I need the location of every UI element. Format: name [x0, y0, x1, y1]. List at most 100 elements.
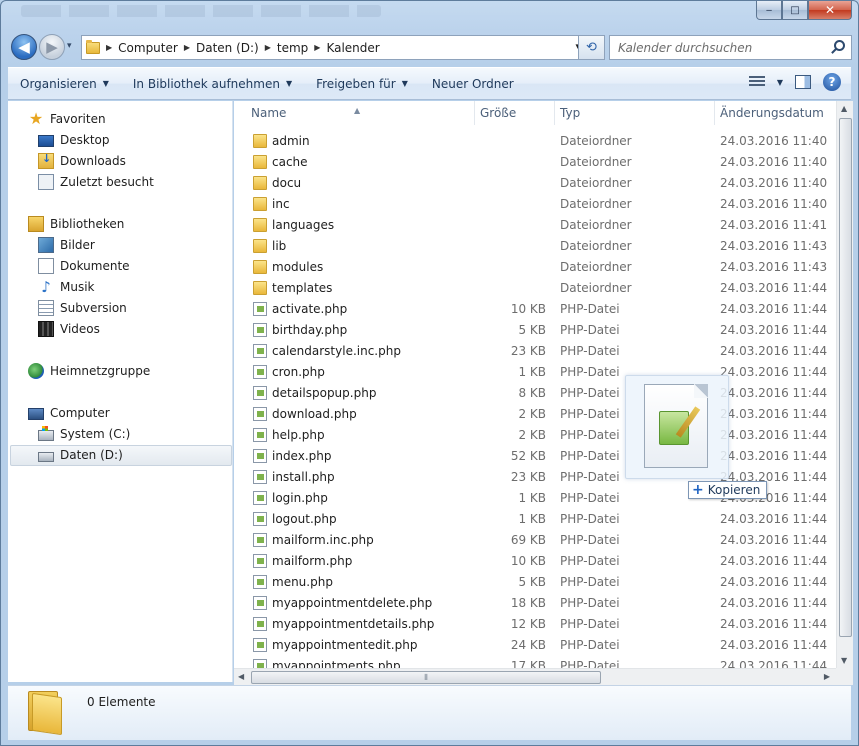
file-name: myappointmentdetails.php [272, 617, 435, 631]
table-row[interactable]: myappointmentdelete.php 18 KB PHP-Datei 24.… [234, 593, 836, 614]
drag-copy-tooltip: + Kopieren [688, 481, 768, 499]
sidebar-item-data-d[interactable]: Daten (D:) [38, 445, 123, 465]
file-type: PHP-Datei [560, 491, 620, 505]
sidebar-libraries[interactable]: Bibliotheken [28, 214, 124, 234]
scroll-up-icon[interactable]: ▲ [841, 104, 847, 113]
address-bar[interactable]: ▶ Computer ▶ Daten (D:) ▶ temp ▶ Kalende… [81, 35, 587, 60]
file-type: Dateiordner [560, 155, 632, 169]
sidebar-label: Bibliotheken [50, 217, 125, 231]
php-file-icon [253, 659, 267, 668]
search-box[interactable] [609, 35, 852, 60]
sidebar-item-videos[interactable]: Videos [38, 319, 100, 339]
column-divider[interactable] [474, 101, 475, 125]
vertical-scrollbar[interactable]: ▲ ▼ [836, 101, 853, 668]
table-row[interactable]: myappointmentedit.php 24 KB PHP-Datei 24.03… [234, 635, 836, 656]
table-row[interactable]: download.php 2 KB PHP-Datei 24.03.2016 11:4… [234, 404, 836, 425]
table-row[interactable]: menu.php 5 KB PHP-Datei 24.03.2016 11:44 [234, 572, 836, 593]
back-button[interactable]: ◀ [11, 34, 37, 60]
explorer-window: ‒ □ ✕ ◀ ▶ ▾ ▶ Computer ▶ Daten (D:) ▶ te… [0, 0, 859, 746]
file-date: 24.03.2016 11:44 [720, 512, 828, 526]
column-divider[interactable] [714, 101, 715, 125]
refresh-button[interactable]: ⟲ [578, 35, 605, 60]
sidebar-favorites[interactable]: ★ Favoriten [28, 109, 106, 129]
scroll-right-icon[interactable]: ▶ [824, 672, 830, 681]
sidebar-item-downloads[interactable]: Downloads [38, 151, 126, 171]
table-row[interactable]: activate.php 10 KB PHP-Datei 24.03.2016 11:… [234, 299, 836, 320]
drive-icon [38, 452, 54, 462]
table-row[interactable]: logout.php 1 KB PHP-Datei 24.03.2016 11:44 [234, 509, 836, 530]
chevron-right-icon[interactable]: ▶ [106, 43, 112, 52]
change-view-icon[interactable] [748, 76, 765, 88]
table-row[interactable]: admin Dateiordner 24.03.2016 11:40 [234, 131, 836, 152]
table-row[interactable]: templates Dateiordner 24.03.2016 11:44 [234, 278, 836, 299]
table-row[interactable]: lib Dateiordner 24.03.2016 11:43 [234, 236, 836, 257]
table-row[interactable]: myappointmentdetails.php 12 KB PHP-Datei 24… [234, 614, 836, 635]
breadcrumb-kalender[interactable]: Kalender [326, 41, 379, 55]
column-header-date[interactable]: Änderungsdatum [720, 106, 824, 120]
forward-button[interactable]: ▶ [39, 34, 65, 60]
sidebar-label: Computer [50, 406, 110, 420]
horizontal-scroll-thumb[interactable]: ⦀ [251, 671, 601, 684]
scroll-down-icon[interactable]: ▼ [841, 656, 847, 665]
table-row[interactable]: calendarstyle.inc.php 23 KB PHP-Datei 24.03… [234, 341, 836, 362]
sidebar-item-pictures[interactable]: Bilder [38, 235, 95, 255]
table-row[interactable]: languages Dateiordner 24.03.2016 11:41 [234, 215, 836, 236]
sidebar-item-subversion[interactable]: Subversion [38, 298, 127, 318]
chevron-right-icon[interactable]: ▶ [184, 43, 190, 52]
sidebar-item-desktop[interactable]: Desktop [38, 130, 110, 150]
php-file-icon [253, 617, 267, 631]
table-row[interactable]: cache Dateiordner 24.03.2016 11:40 [234, 152, 836, 173]
new-folder-button[interactable]: Neuer Ordner [420, 68, 526, 99]
include-in-library-menu[interactable]: In Bibliothek aufnehmen ▼ [121, 68, 304, 99]
column-header-name[interactable]: Name [251, 106, 286, 120]
chevron-right-icon[interactable]: ▶ [265, 43, 271, 52]
sidebar-item-documents[interactable]: Dokumente [38, 256, 130, 276]
table-row[interactable]: modules Dateiordner 24.03.2016 11:43 [234, 257, 836, 278]
sidebar-homegroup[interactable]: Heimnetzgruppe [28, 361, 150, 381]
maximize-button[interactable]: □ [782, 1, 808, 20]
table-row[interactable]: mailform.php 10 KB PHP-Datei 24.03.2016 11:… [234, 551, 836, 572]
vertical-scroll-thumb[interactable] [839, 118, 852, 637]
chevron-down-icon: ▼ [102, 79, 109, 88]
file-name: languages [272, 218, 335, 232]
search-icon[interactable] [834, 40, 845, 51]
column-divider[interactable] [554, 101, 555, 125]
recent-pages-dropdown[interactable]: ▾ [67, 41, 72, 51]
table-row[interactable]: detailspopup.php 8 KB PHP-Datei 24.03.2016 … [234, 383, 836, 404]
table-row[interactable]: mailform.inc.php 69 KB PHP-Datei 24.03.2016… [234, 530, 836, 551]
file-type: PHP-Datei [560, 428, 620, 442]
share-with-menu[interactable]: Freigeben für ▼ [304, 68, 420, 99]
file-date: 24.03.2016 11:44 [720, 638, 828, 652]
help-icon[interactable]: ? [823, 73, 841, 91]
organize-menu[interactable]: Organisieren ▼ [8, 68, 121, 99]
sidebar-item-recent[interactable]: Zuletzt besucht [38, 172, 154, 192]
breadcrumb-temp[interactable]: temp [277, 41, 308, 55]
table-row[interactable]: index.php 52 KB PHP-Datei 24.03.2016 11:44 [234, 446, 836, 467]
close-button[interactable]: ✕ [808, 1, 852, 20]
scroll-left-icon[interactable]: ◀ [238, 672, 244, 681]
table-row[interactable]: birthday.php 5 KB PHP-Datei 24.03.2016 11:4… [234, 320, 836, 341]
table-row[interactable]: cron.php 1 KB PHP-Datei 24.03.2016 11:44 [234, 362, 836, 383]
chevron-right-icon[interactable]: ▶ [314, 43, 320, 52]
horizontal-scrollbar[interactable]: ◀ ⦀ ▶ [234, 668, 836, 685]
sidebar-item-system-c[interactable]: System (C:) [38, 424, 130, 444]
column-header-size[interactable]: Größe [480, 106, 516, 120]
file-size: 5 KB [518, 575, 546, 589]
column-header-type[interactable]: Typ [560, 106, 580, 120]
breadcrumb-drive-d[interactable]: Daten (D:) [196, 41, 259, 55]
table-row[interactable]: help.php 2 KB PHP-Datei 24.03.2016 11:44 [234, 425, 836, 446]
table-row[interactable]: myappointments.php 17 KB PHP-Datei 24.03.20… [234, 656, 836, 668]
file-type: PHP-Datei [560, 512, 620, 526]
breadcrumb-computer[interactable]: Computer [118, 41, 178, 55]
file-date: 24.03.2016 11:41 [720, 218, 828, 232]
preview-pane-icon[interactable] [795, 75, 811, 89]
search-input[interactable] [610, 36, 820, 59]
minimize-button[interactable]: ‒ [756, 1, 782, 20]
sidebar-item-music[interactable]: ♪ Musik [38, 277, 94, 297]
sidebar-computer[interactable]: Computer [28, 403, 110, 423]
chevron-down-icon[interactable]: ▼ [777, 78, 783, 87]
table-row[interactable]: inc Dateiordner 24.03.2016 11:40 [234, 194, 836, 215]
table-row[interactable]: docu Dateiordner 24.03.2016 11:40 [234, 173, 836, 194]
copy-label: Kopieren [707, 483, 761, 497]
file-date: 24.03.2016 11:40 [720, 134, 828, 148]
